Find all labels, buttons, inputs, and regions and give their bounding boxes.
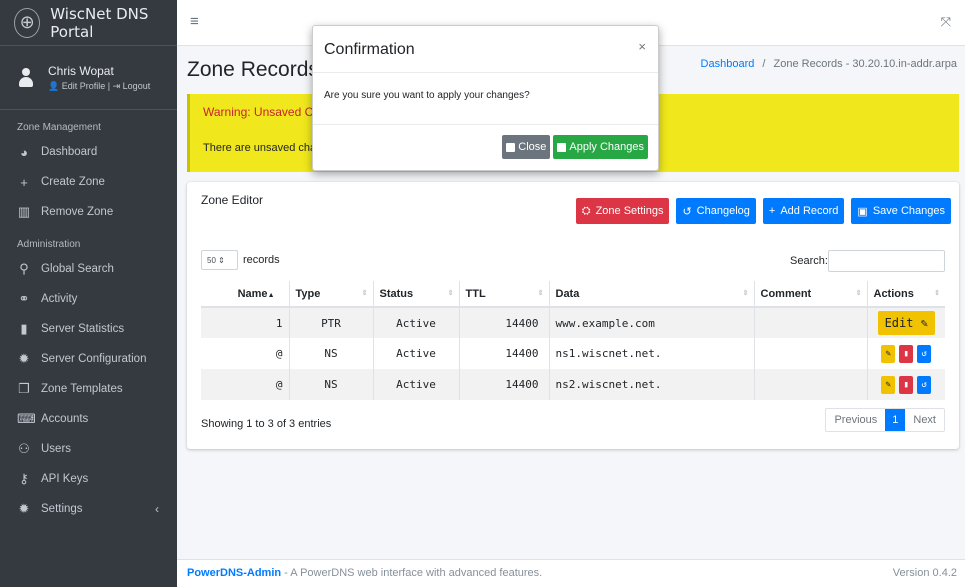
- modal-message: Are you sure you want to apply your chan…: [324, 90, 530, 101]
- close-icon: [506, 142, 516, 152]
- save-icon: [557, 142, 567, 152]
- modal-title: Confirmation: [324, 41, 415, 58]
- apply-changes-button[interactable]: Apply Changes: [553, 135, 648, 159]
- close-button[interactable]: Close: [502, 135, 551, 159]
- close-icon[interactable]: ×: [638, 39, 646, 54]
- confirmation-modal: Confirmation × Are you sure you want to …: [312, 25, 659, 171]
